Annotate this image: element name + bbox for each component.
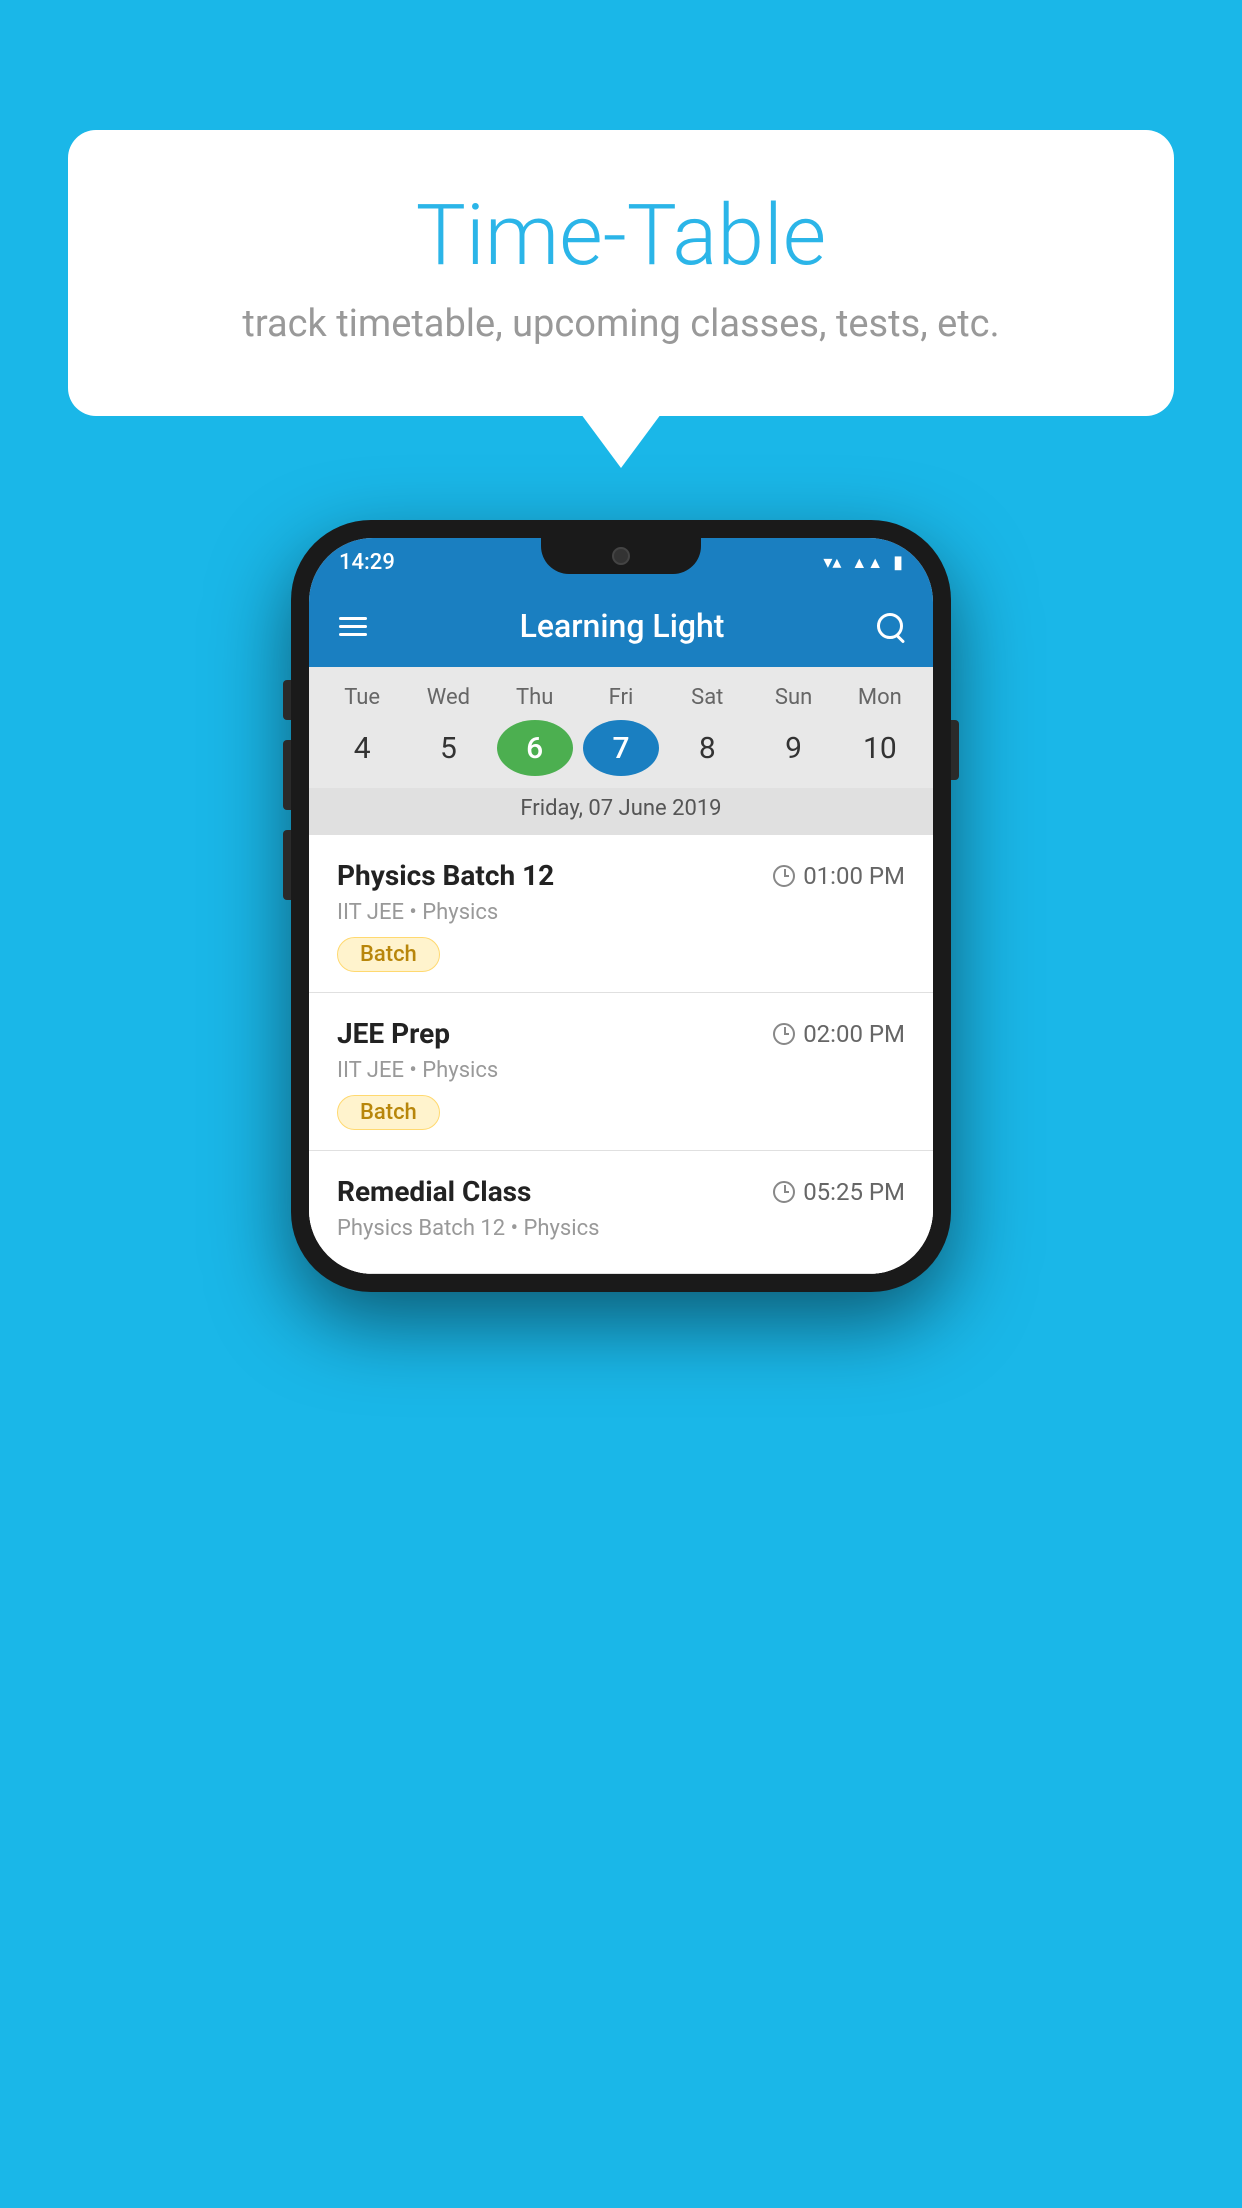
speech-bubble: Time-Table track timetable, upcoming cla… (68, 130, 1174, 416)
phone-volume-down-button (283, 830, 291, 900)
day-mon: Mon (842, 685, 918, 710)
battery-icon: ▮ (893, 552, 903, 573)
status-time: 14:29 (339, 550, 395, 575)
time-value-1: 01:00 PM (803, 862, 905, 890)
time-value-2: 02:00 PM (803, 1020, 905, 1048)
day-num-6[interactable]: 6 (497, 720, 573, 776)
schedule-title-3: Remedial Class (337, 1175, 531, 1208)
schedule-list: Physics Batch 12 01:00 PM IIT JEE • Phys… (309, 835, 933, 1274)
schedule-item-2[interactable]: JEE Prep 02:00 PM IIT JEE • Physics Batc… (309, 993, 933, 1151)
signal-icon: ▲▲ (851, 553, 883, 573)
day-num-7[interactable]: 7 (583, 720, 659, 776)
schedule-time-2: 02:00 PM (773, 1020, 905, 1048)
phone-notch (541, 538, 701, 574)
clock-icon-2 (773, 1023, 795, 1045)
schedule-item-2-header: JEE Prep 02:00 PM (337, 1017, 905, 1050)
phone-mute-button (283, 680, 291, 720)
day-sat: Sat (669, 685, 745, 710)
day-fri: Fri (583, 685, 659, 710)
bubble-subtitle: track timetable, upcoming classes, tests… (148, 302, 1094, 346)
phone-volume-up-button (283, 740, 291, 810)
schedule-item-3-header: Remedial Class 05:25 PM (337, 1175, 905, 1208)
phone-screen: 14:29 ▾▴ ▲▲ ▮ Learning Light (309, 538, 933, 1274)
clock-icon-1 (773, 865, 795, 887)
day-num-9[interactable]: 9 (756, 720, 832, 776)
phone-camera (612, 547, 630, 565)
day-headers: Tue Wed Thu Fri Sat Sun Mon (309, 679, 933, 716)
calendar-section: Tue Wed Thu Fri Sat Sun Mon 4 5 6 7 8 9 … (309, 667, 933, 835)
speech-bubble-container: Time-Table track timetable, upcoming cla… (68, 130, 1174, 416)
schedule-title-1: Physics Batch 12 (337, 859, 554, 892)
status-icons: ▾▴ ▲▲ ▮ (823, 552, 903, 573)
schedule-time-3: 05:25 PM (773, 1178, 905, 1206)
selected-date: Friday, 07 June 2019 (309, 788, 933, 835)
day-thu: Thu (497, 685, 573, 710)
day-num-10[interactable]: 10 (842, 720, 918, 776)
time-value-3: 05:25 PM (803, 1178, 905, 1206)
schedule-time-1: 01:00 PM (773, 862, 905, 890)
bubble-title: Time-Table (148, 190, 1094, 282)
day-wed: Wed (410, 685, 486, 710)
day-numbers: 4 5 6 7 8 9 10 (309, 716, 933, 788)
batch-tag-1: Batch (337, 937, 440, 972)
schedule-title-2: JEE Prep (337, 1017, 450, 1050)
day-num-4[interactable]: 4 (324, 720, 400, 776)
menu-button[interactable] (339, 617, 367, 636)
phone-power-button (951, 720, 959, 780)
day-num-8[interactable]: 8 (669, 720, 745, 776)
app-toolbar: Learning Light (309, 585, 933, 667)
day-tue: Tue (324, 685, 400, 710)
schedule-meta-2: IIT JEE • Physics (337, 1058, 905, 1083)
schedule-item-1-header: Physics Batch 12 01:00 PM (337, 859, 905, 892)
schedule-item-1[interactable]: Physics Batch 12 01:00 PM IIT JEE • Phys… (309, 835, 933, 993)
clock-icon-3 (773, 1181, 795, 1203)
phone-mockup: 14:29 ▾▴ ▲▲ ▮ Learning Light (291, 520, 951, 1292)
schedule-meta-1: IIT JEE • Physics (337, 900, 905, 925)
search-icon[interactable] (877, 613, 903, 639)
day-num-5[interactable]: 5 (410, 720, 486, 776)
day-sun: Sun (756, 685, 832, 710)
schedule-item-3[interactable]: Remedial Class 05:25 PM Physics Batch 12… (309, 1151, 933, 1274)
wifi-icon: ▾▴ (823, 552, 841, 573)
phone-outer: 14:29 ▾▴ ▲▲ ▮ Learning Light (291, 520, 951, 1292)
batch-tag-2: Batch (337, 1095, 440, 1130)
schedule-meta-3: Physics Batch 12 • Physics (337, 1216, 905, 1241)
app-title: Learning Light (520, 607, 725, 645)
